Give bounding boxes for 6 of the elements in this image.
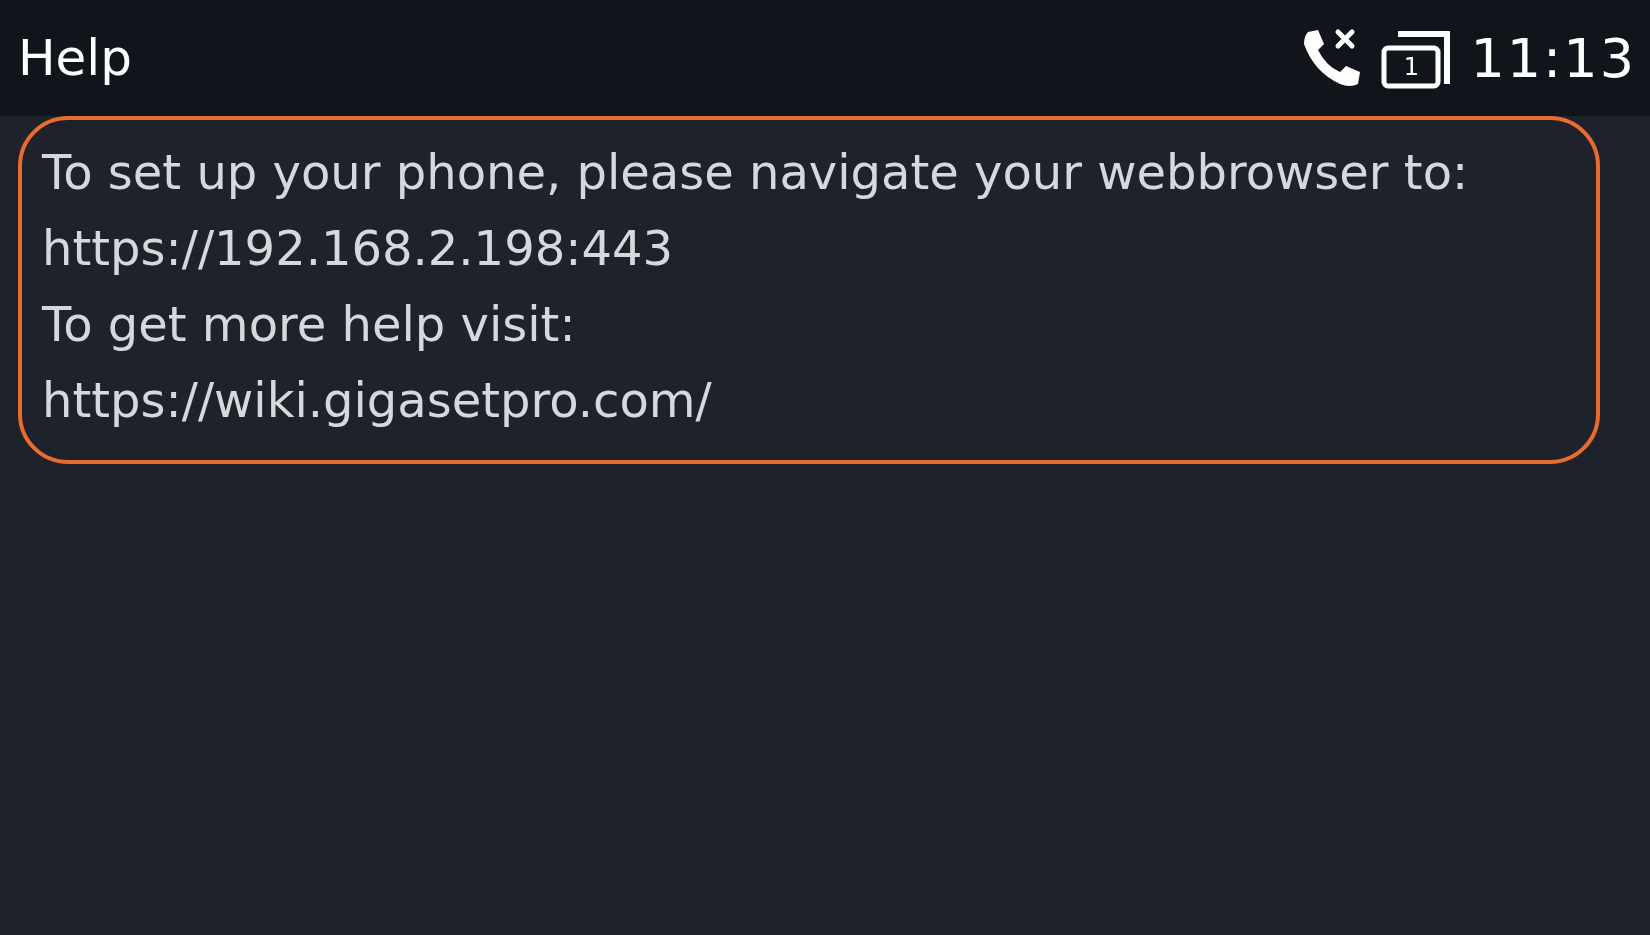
screen-title: Help xyxy=(18,29,133,87)
help-text: To set up your phone, please navigate your webbrowser to: xyxy=(42,143,1470,202)
help-text: https://wiki.gigasetpro.com/ xyxy=(42,371,713,430)
clock-time: 11:13 xyxy=(1470,26,1636,90)
help-text: https://192.168.2.198:443 xyxy=(42,219,674,278)
help-text: To get more help visit: xyxy=(42,295,577,354)
